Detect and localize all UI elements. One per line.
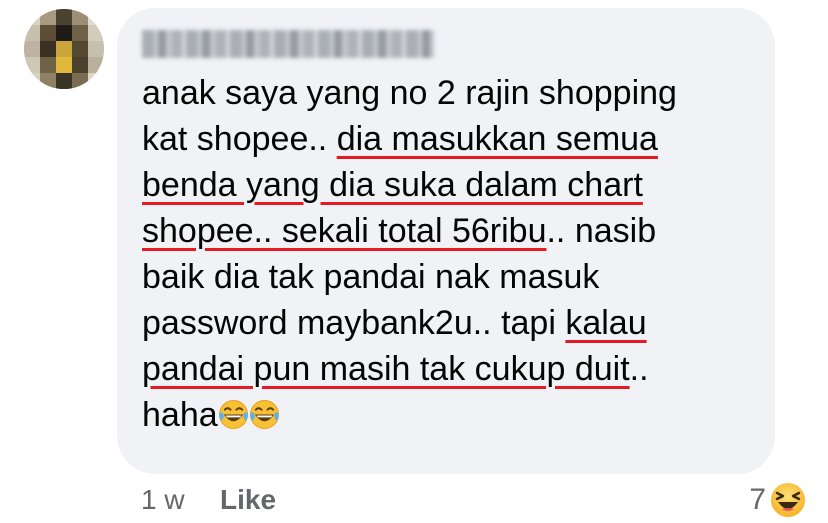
laughing-face-icon — [771, 483, 805, 517]
face-with-tears-of-joy-icon — [218, 399, 248, 430]
like-button[interactable]: Like — [220, 482, 276, 518]
underlined-text: shopee.. sekali total 56ribu — [142, 212, 547, 250]
reaction-count: 7 — [749, 483, 766, 516]
comment-line: anak saya yang no 2 rajin shopping — [142, 70, 762, 116]
comment-text-segment: .. nasib — [546, 212, 657, 250]
comment-line: pandai pun masih tak cukup duit.. — [142, 346, 762, 392]
comment-text: anak saya yang no 2 rajin shopping kat sh… — [142, 70, 762, 438]
author-name-blurred[interactable] — [142, 30, 434, 58]
avatar[interactable] — [24, 9, 104, 89]
comment-line: baik dia tak pandai nak masuk — [142, 254, 762, 300]
face-with-tears-of-joy-icon — [249, 399, 279, 430]
underlined-text: benda yang dia suka dalam chart — [142, 166, 643, 204]
comment-line: kat shopee.. dia masukkan semua — [142, 116, 762, 162]
comment-card: anak saya yang no 2 rajin shopping kat sh… — [0, 0, 828, 523]
comment-text-segment: kat shopee.. — [142, 120, 337, 158]
timestamp[interactable]: 1 w — [141, 482, 185, 518]
underlined-text: kalau — [565, 304, 647, 342]
underlined-text: pandai pun masih tak cukup duit — [142, 350, 630, 388]
comment-text-segment: haha — [142, 396, 218, 434]
comment-line: password maybank2u.. tapi kalau — [142, 300, 762, 346]
underlined-text: dia masukkan semua — [336, 120, 658, 158]
reactions-summary[interactable]: 7 — [749, 480, 806, 520]
comment-text-segment: .. — [629, 350, 649, 388]
comment-text-segment: anak saya yang no 2 rajin shopping — [142, 74, 677, 112]
comment-line: benda yang dia suka dalam chart — [142, 162, 762, 208]
comment-text-segment: baik dia tak pandai nak masuk — [142, 258, 600, 296]
comment-line: shopee.. sekali total 56ribu.. nasib — [142, 208, 762, 254]
comment-line: haha — [142, 392, 762, 438]
comment-text-segment: password maybank2u.. tapi — [142, 304, 566, 342]
